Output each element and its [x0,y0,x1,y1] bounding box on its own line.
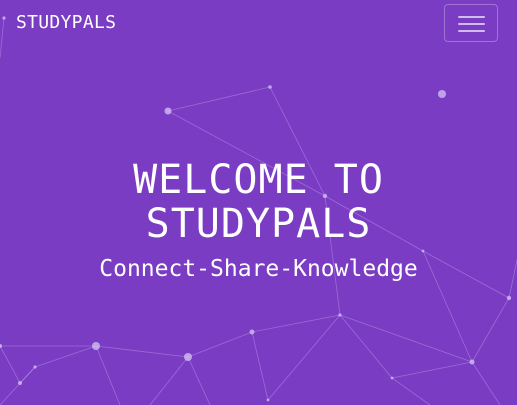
hero-title-line-1: WELCOME TO [133,157,384,203]
brand-logo-link[interactable]: STUDYPALS [16,12,116,33]
hamburger-menu-icon [458,16,485,32]
hero-section: WELCOME TO STUDYPALS Connect-Share-Knowl… [0,158,517,284]
hero-subtitle: Connect-Share-Knowledge [99,256,418,282]
top-navbar: STUDYPALS [0,0,517,48]
hero-title-line-2: STUDYPALS [145,201,372,247]
hero-title: WELCOME TO STUDYPALS [0,158,517,246]
navbar-toggle-button[interactable] [444,4,498,42]
